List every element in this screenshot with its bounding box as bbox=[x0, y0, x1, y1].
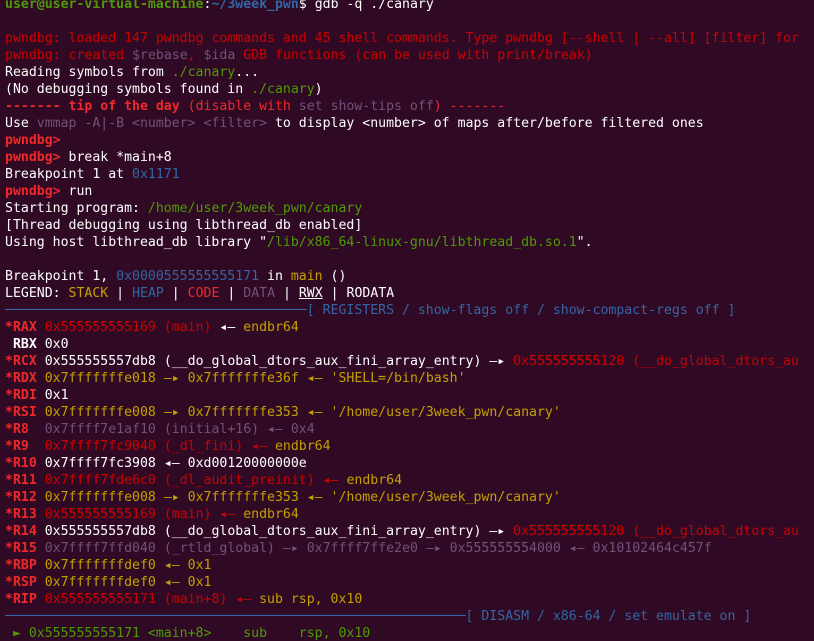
register-name: R14 bbox=[12, 524, 37, 539]
reading-symbols-line: Reading symbols from ./canary... bbox=[5, 65, 260, 80]
breakpoint-hit-line: Breakpoint 1, 0x0000555555555171 in main… bbox=[5, 269, 347, 284]
break-command-line: pwndbg> break *main+8 bbox=[5, 150, 172, 165]
register-name: R11 bbox=[12, 473, 37, 488]
register-row: *RSI 0x7fffffffe008 —▸ 0x7fffffffe353 ◂—… bbox=[5, 405, 561, 420]
register-value: 0x555555557db8 (__do_global_dtors_aux_fi… bbox=[36, 524, 514, 539]
tip-text-line: Use vmmap -A|-B <number> <filter> to dis… bbox=[5, 116, 704, 131]
registers-panel: *RAX 0x555555555169 (main) ◂— endbr64 RB… bbox=[5, 319, 814, 608]
register-row: *R14 0x555555557db8 (__do_global_dtors_a… bbox=[5, 524, 799, 539]
run-command-line: pwndbg> run bbox=[5, 184, 93, 199]
legend-line: LEGEND: STACK | HEAP | CODE | DATA | RWX… bbox=[5, 286, 395, 301]
no-debug-line: (No debugging symbols found in ./canary) bbox=[5, 82, 323, 97]
register-row: *RDX 0x7fffffffe018 —▸ 0x7fffffffe36f ◂—… bbox=[5, 371, 466, 386]
register-value: 0x1 bbox=[36, 388, 69, 403]
register-name: R12 bbox=[12, 490, 37, 505]
register-value: 0x7ffff7fde6c0 (_dl_audit_preinit) ◂— bbox=[36, 473, 347, 488]
thread-line: [Thread debugging using libthread_db ena… bbox=[5, 218, 363, 233]
shell-command: gdb -q ./canary bbox=[306, 0, 434, 12]
prompt-user: user@user-virtual-machine bbox=[5, 0, 204, 12]
register-value: 0x7fffffffe018 —▸ 0x7fffffffe36f ◂— 'SHE… bbox=[36, 371, 466, 386]
register-name: R15 bbox=[12, 541, 37, 556]
pwndbg-loaded-line: pwndbg: loaded 147 pwndbg commands and 4… bbox=[5, 31, 799, 46]
register-name: R9 bbox=[12, 439, 37, 454]
register-row: *R11 0x7ffff7fde6c0 (_dl_audit_preinit) … bbox=[5, 473, 403, 488]
register-row: *R13 0x555555555169 (main) ◂— endbr64 bbox=[5, 507, 299, 522]
register-name: RSI bbox=[12, 405, 37, 420]
host-lib-line: Using host libthread_db library "/lib/x8… bbox=[5, 235, 593, 250]
prompt-path: ~/3week_pwn bbox=[211, 0, 299, 12]
disasm-header: ────────────────────────────────────────… bbox=[5, 609, 752, 624]
register-value: 0x7fffffffdef0 ◂— 0x1 bbox=[36, 575, 212, 590]
register-row: *RSP 0x7fffffffdef0 ◂— 0x1 bbox=[5, 575, 212, 590]
register-name: RDX bbox=[12, 371, 37, 386]
register-row: *R10 0x7ffff7fc3908 ◂— 0xd00120000000e bbox=[5, 456, 307, 471]
register-value: 0x7fffffffdef0 ◂— 0x1 bbox=[36, 558, 212, 573]
register-name: RBP bbox=[12, 558, 37, 573]
register-row: *RDI 0x1 bbox=[5, 388, 69, 403]
register-row: *RAX 0x555555555169 (main) ◂— endbr64 bbox=[5, 320, 299, 335]
register-row: *RIP 0x555555555171 (main+8) ◂— sub rsp,… bbox=[5, 592, 363, 607]
register-row: *RBP 0x7fffffffdef0 ◂— 0x1 bbox=[5, 558, 212, 573]
starting-program-line: Starting program: /home/user/3week_pwn/c… bbox=[5, 201, 363, 216]
breakpoint-set-line: Breakpoint 1 at 0x1171 bbox=[5, 167, 180, 182]
register-name: RBX bbox=[12, 337, 37, 352]
register-row: *R15 0x7ffff7ffd040 (_rtld_global) —▸ 0x… bbox=[5, 541, 712, 556]
register-name: R13 bbox=[12, 507, 37, 522]
disasm-line: ► 0x555555555171 <main+8> sub rsp, 0x10 bbox=[5, 626, 371, 641]
register-name: RCX bbox=[12, 354, 37, 369]
tip-header-line: ------- tip of the day (disable with set… bbox=[5, 99, 506, 114]
register-row: *R12 0x7fffffffe008 —▸ 0x7fffffffe353 ◂—… bbox=[5, 490, 561, 505]
register-row: *RCX 0x555555557db8 (__do_global_dtors_a… bbox=[5, 354, 799, 369]
terminal-window[interactable]: user@user-virtual-machine:~/3week_pwn$ g… bbox=[0, 0, 814, 641]
register-row: RBX 0x0 bbox=[5, 336, 814, 353]
shell-prompt-line: user@user-virtual-machine:~/3week_pwn$ g… bbox=[5, 0, 814, 13]
register-row: *R9 0x7ffff7fc9040 (_dl_fini) ◂— endbr64 bbox=[5, 439, 331, 454]
register-value: 0x7ffff7e1af10 (initial+16) ◂— 0x4 bbox=[36, 422, 315, 437]
register-name: RIP bbox=[12, 592, 37, 607]
register-value: 0x7ffff7ffd040 (_rtld_global) —▸ 0x7ffff… bbox=[36, 541, 712, 556]
register-value: 0x555555555171 (main+8) ◂— bbox=[36, 592, 260, 607]
register-value: 0x7ffff7fc3908 ◂— 0xd00120000000e bbox=[36, 456, 307, 471]
register-name: RDI bbox=[12, 388, 37, 403]
pwndbg-prompt: pwndbg> bbox=[5, 133, 61, 148]
prompt-symbol: $ bbox=[298, 0, 307, 12]
register-value: 0x7fffffffe008 —▸ 0x7fffffffe353 ◂— '/ho… bbox=[36, 405, 561, 420]
register-name: RAX bbox=[12, 320, 37, 335]
register-name: R10 bbox=[12, 456, 37, 471]
register-name: R8 bbox=[12, 422, 37, 437]
register-row: *R8 0x7ffff7e1af10 (initial+16) ◂— 0x4 bbox=[5, 422, 315, 437]
register-value: 0x7ffff7fc9040 (_dl_fini) ◂— bbox=[36, 439, 275, 454]
register-value: 0x555555557db8 (__do_global_dtors_aux_fi… bbox=[36, 354, 514, 369]
register-name: RSP bbox=[12, 575, 37, 590]
register-value: 0x555555555169 (main) ◂— bbox=[36, 507, 244, 522]
register-value: 0x7fffffffe008 —▸ 0x7fffffffe353 ◂— '/ho… bbox=[36, 490, 561, 505]
register-value: 0x555555555169 bbox=[36, 320, 164, 335]
registers-header: ──────────────────────────────────────[ … bbox=[5, 303, 736, 318]
pwndbg-created-line: pwndbg: created $rebase, $ida GDB functi… bbox=[5, 48, 593, 63]
register-value: 0x0 bbox=[36, 337, 69, 352]
